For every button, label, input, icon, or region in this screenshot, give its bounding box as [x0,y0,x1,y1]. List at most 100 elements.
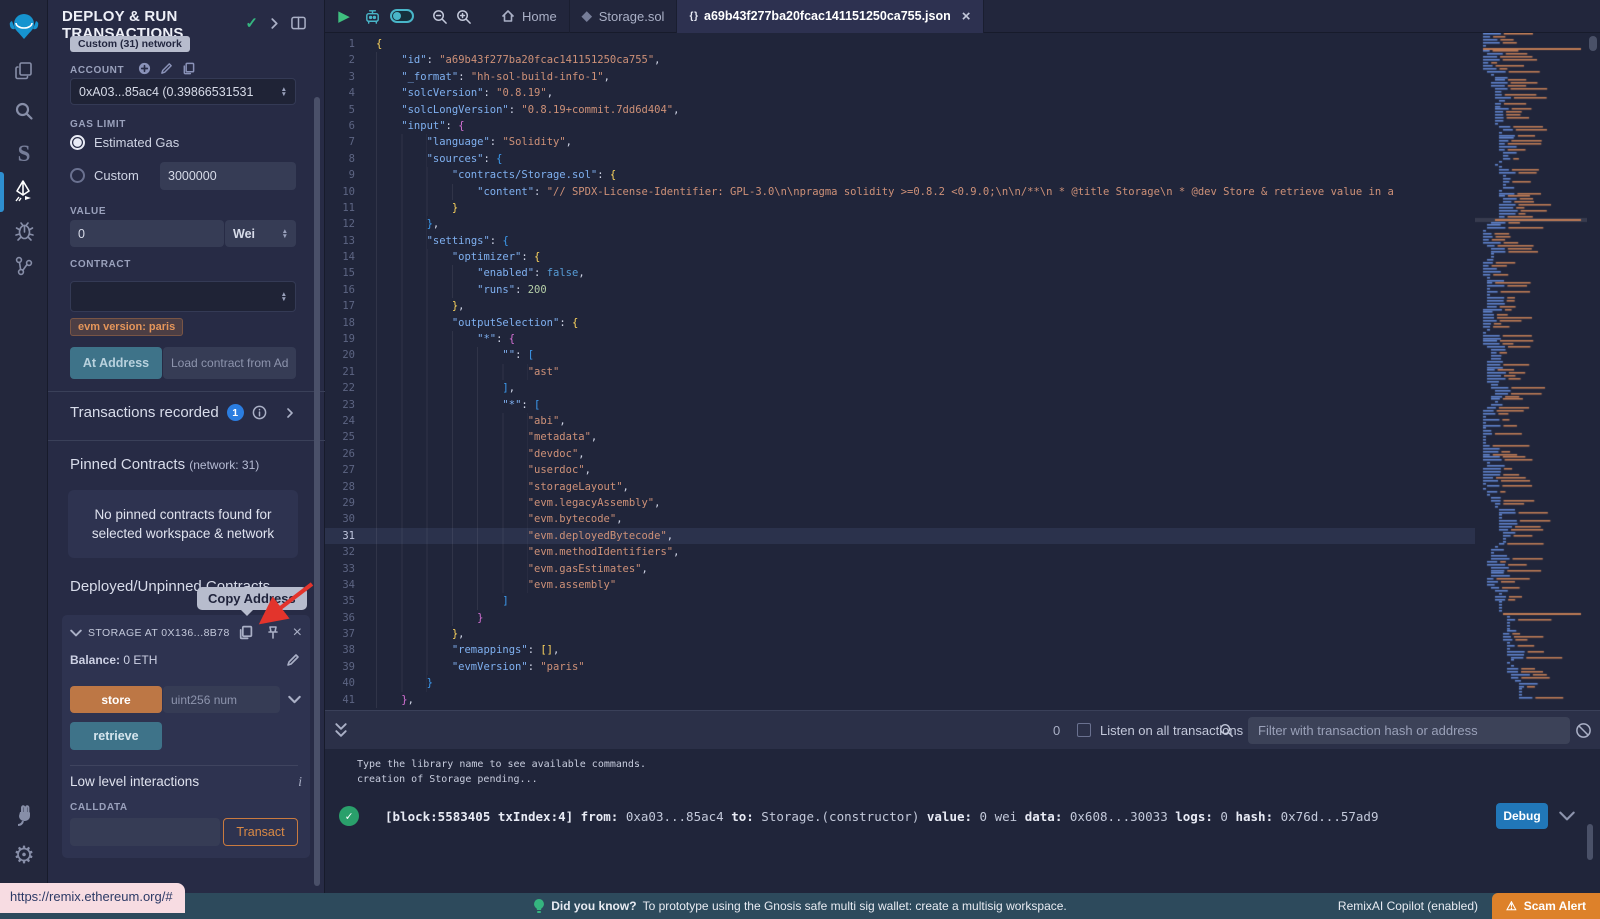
deploy-run-icon[interactable] [0,176,48,206]
code-line[interactable]: 10"content": "// SPDX-License-Identifier… [325,184,1475,200]
code-line[interactable]: 17}, [325,298,1475,314]
store-button[interactable]: store [70,686,162,713]
copilot-status[interactable]: RemixAI Copilot (enabled) [1338,899,1478,913]
retrieve-button[interactable]: retrieve [70,722,162,750]
panel-scrollbar[interactable] [314,97,320,886]
at-address-button[interactable]: At Address [70,347,162,379]
editor-scrollbar[interactable] [1589,36,1597,51]
account-stepper[interactable]: ▲▼ [281,87,287,97]
search-icon[interactable] [0,98,48,124]
code-line[interactable]: 1{ [325,36,1475,52]
split-view-icon[interactable] [291,16,306,30]
edit-balance-icon[interactable] [286,653,300,667]
listen-all-checkbox[interactable] [1077,723,1091,737]
custom-gas-input[interactable]: 3000000 [160,162,296,190]
custom-gas-radio[interactable] [70,168,85,183]
code-line[interactable]: 7"language": "Solidity", [325,134,1475,150]
minimap[interactable] [1475,33,1587,710]
code-line[interactable]: 33"evm.gasEstimates", [325,561,1475,577]
zoom-out-icon[interactable] [427,8,451,25]
debugger-icon[interactable] [0,216,48,244]
code-line[interactable]: 14"optimizer": { [325,249,1475,265]
code-line[interactable]: 21"ast" [325,364,1475,380]
value-unit-select[interactable]: Wei ▲▼ [225,220,296,247]
tab-build-info-json[interactable]: { } a69b43f277ba20fcac141151250ca755.jso… [677,0,983,33]
code-line[interactable]: 36} [325,610,1475,626]
account-select[interactable]: 0xA03...85ac4 (0.39866531531 ▲▼ [70,78,296,105]
chevron-right-icon[interactable] [285,408,295,418]
code-line[interactable]: 9"contracts/Storage.sol": { [325,167,1475,183]
pin-icon[interactable] [266,625,280,640]
code-line[interactable]: 11} [325,200,1475,216]
code-lines[interactable]: 1{2"id": "a69b43f277ba20fcac141151250ca7… [325,36,1475,708]
copy-address-icon[interactable] [238,625,253,640]
estimated-gas-radio[interactable] [70,135,85,150]
load-contract-input[interactable]: Load contract from Addr [163,347,296,379]
code-line[interactable]: 34"evm.assembly" [325,577,1475,593]
code-line[interactable]: 18"outputSelection": { [325,315,1475,331]
code-line[interactable]: 32"evm.methodIdentifiers", [325,544,1475,560]
code-line[interactable]: 20"": [ [325,347,1475,363]
collapse-chevron-icon[interactable] [70,627,82,639]
calldata-input[interactable] [70,818,220,846]
zoom-in-icon[interactable] [451,8,475,25]
code-line[interactable]: 37}, [325,626,1475,642]
clear-console-icon[interactable] [1575,722,1592,739]
remove-instance-icon[interactable]: × [293,626,302,640]
code-line[interactable]: 27"userdoc", [325,462,1475,478]
code-line[interactable]: 3"_format": "hh-sol-build-info-1", [325,69,1475,85]
code-line[interactable]: 22], [325,380,1475,396]
value-input[interactable]: 0 [70,220,224,247]
debug-button[interactable]: Debug [1496,803,1548,829]
code-line[interactable]: 28"storageLayout", [325,479,1475,495]
expand-terminal-icon[interactable] [335,723,347,737]
code-line[interactable]: 41}, [325,692,1475,708]
expand-tx-chevron-icon[interactable] [1559,811,1575,821]
code-line[interactable]: 26"devdoc", [325,446,1475,462]
chevron-right-icon[interactable] [269,18,280,29]
code-line[interactable]: 29"evm.legacyAssembly", [325,495,1475,511]
close-tab-icon[interactable]: × [962,8,971,25]
code-line[interactable]: 30"evm.bytecode", [325,511,1475,527]
info-icon[interactable]: i [298,774,302,790]
code-line[interactable]: 4"solcVersion": "0.8.19", [325,85,1475,101]
code-line[interactable]: 38"remappings": [], [325,642,1475,658]
code-line[interactable]: 23"*": [ [325,397,1475,413]
code-line[interactable]: 5"solcLongVersion": "0.8.19+commit.7dd6d… [325,102,1475,118]
code-line[interactable]: 16"runs": 200 [325,282,1475,298]
transact-button[interactable]: Transact [223,818,298,846]
settings-gear-icon[interactable]: ⚙ [0,840,48,870]
contract-select[interactable]: ▲▼ [70,281,296,312]
solidity-compiler-icon[interactable]: S [0,140,48,168]
code-line[interactable]: 13"settings": { [325,233,1475,249]
code-line[interactable]: 12}, [325,216,1475,232]
tab-home[interactable]: Home [489,0,570,33]
run-script-icon[interactable]: ▶ [329,7,359,25]
edit-account-icon[interactable] [160,62,173,75]
code-line[interactable]: 2"id": "a69b43f277ba20fcac141151250ca755… [325,52,1475,68]
code-line[interactable]: 31"evm.deployedBytecode", [325,528,1475,544]
file-explorer-icon[interactable] [0,58,48,84]
code-editor[interactable]: 1{2"id": "a69b43f277ba20fcac141151250ca7… [325,33,1600,710]
code-line[interactable]: 39"evmVersion": "paris" [325,659,1475,675]
plugin-manager-icon[interactable] [0,800,48,830]
transactions-recorded-row[interactable]: Transactions recorded 1 [70,404,310,421]
custom-gas-option[interactable]: Custom [70,168,139,183]
search-transactions-icon[interactable] [1218,722,1234,738]
code-line[interactable]: 19"*": { [325,331,1475,347]
code-line[interactable]: 24"abi", [325,413,1475,429]
estimated-gas-option[interactable]: Estimated Gas [70,135,179,150]
expand-args-chevron-icon[interactable] [288,693,301,706]
transaction-result-row[interactable]: ✓ [block:5583405 txIndex:4] from: 0xa03.… [339,806,1590,826]
copy-account-icon[interactable] [182,62,195,75]
code-line[interactable]: 15"enabled": false, [325,265,1475,281]
copilot-toggle[interactable] [385,9,419,23]
code-line[interactable]: 8"sources": { [325,151,1475,167]
git-branch-icon[interactable] [0,252,48,280]
tab-storage-sol[interactable]: ◆ Storage.sol [570,0,678,33]
add-account-icon[interactable] [138,62,151,75]
filter-transactions-input[interactable]: Filter with transaction hash or address [1248,717,1570,744]
remix-logo[interactable] [0,8,48,44]
code-line[interactable]: 25"metadata", [325,429,1475,445]
ai-copilot-robot-icon[interactable] [359,7,385,26]
